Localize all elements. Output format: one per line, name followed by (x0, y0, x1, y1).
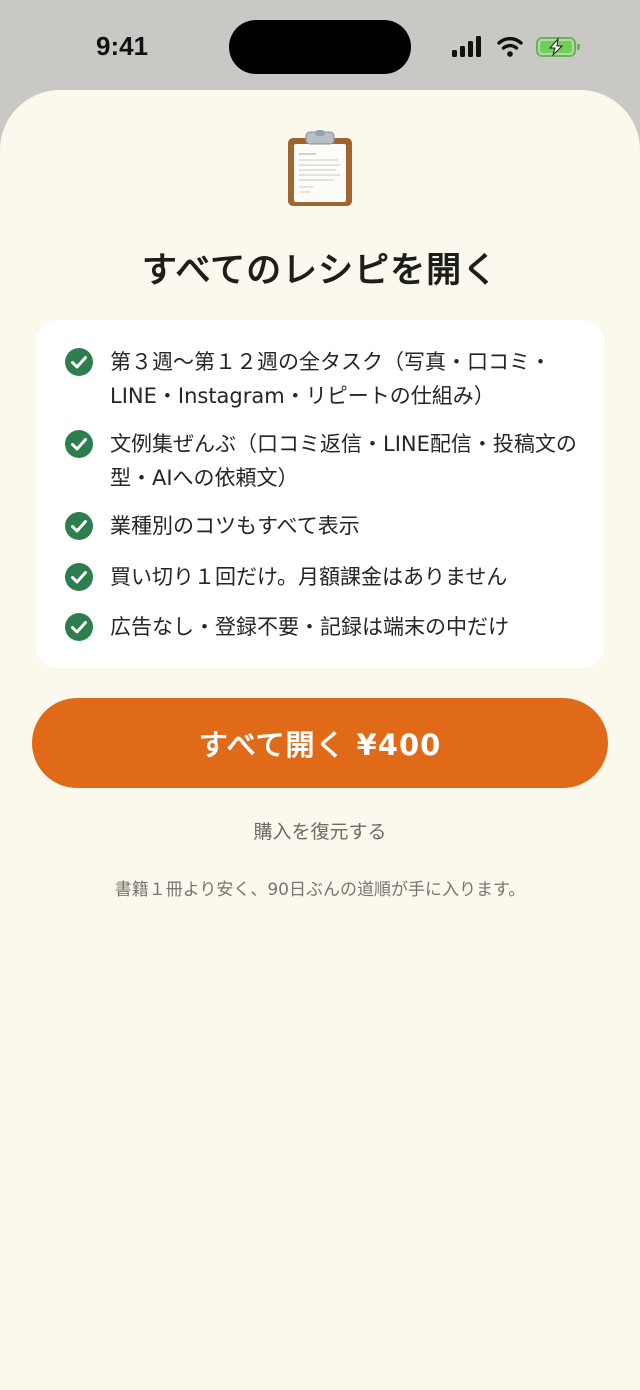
clipboard-icon (288, 130, 352, 206)
features-card: 第３週〜第１２週の全タスク（写真・口コミ・LINE・Instagram・リピート… (36, 320, 604, 668)
value-note: 書籍１冊より安く、90日ぶんの道順が手に入ります。 (114, 880, 526, 900)
status-bar: 9:41 (0, 0, 640, 92)
check-circle-icon (65, 613, 93, 641)
feature-text: 第３週〜第１２週の全タスク（写真・口コミ・LINE・Instagram・リピート… (110, 350, 551, 408)
check-circle-icon (65, 430, 93, 458)
feature-text: 買い切り１回だけ。月額課金はありません (110, 565, 508, 589)
status-time: 9:41 (96, 31, 149, 61)
purchase-button[interactable]: すべて開く ¥400 (32, 698, 608, 788)
restore-purchase-link[interactable]: 購入を復元する (0, 817, 640, 844)
status-icons (452, 36, 580, 57)
cellular-signal-icon (452, 36, 481, 57)
feature-text: 文例集ぜんぶ（口コミ返信・LINE配信・投稿文の型・AIへの依頼文） (110, 432, 577, 490)
dynamic-island (229, 20, 411, 74)
wifi-icon (497, 36, 523, 57)
page-title: すべてのレシピを開く (141, 251, 499, 291)
check-circle-icon (65, 348, 93, 376)
check-circle-icon (65, 512, 93, 540)
check-circle-icon (65, 563, 93, 591)
battery-charging-icon (536, 37, 580, 57)
feature-text: 業種別のコツもすべて表示 (110, 514, 360, 538)
feature-text: 広告なし・登録不要・記録は端末の中だけ (110, 615, 509, 639)
